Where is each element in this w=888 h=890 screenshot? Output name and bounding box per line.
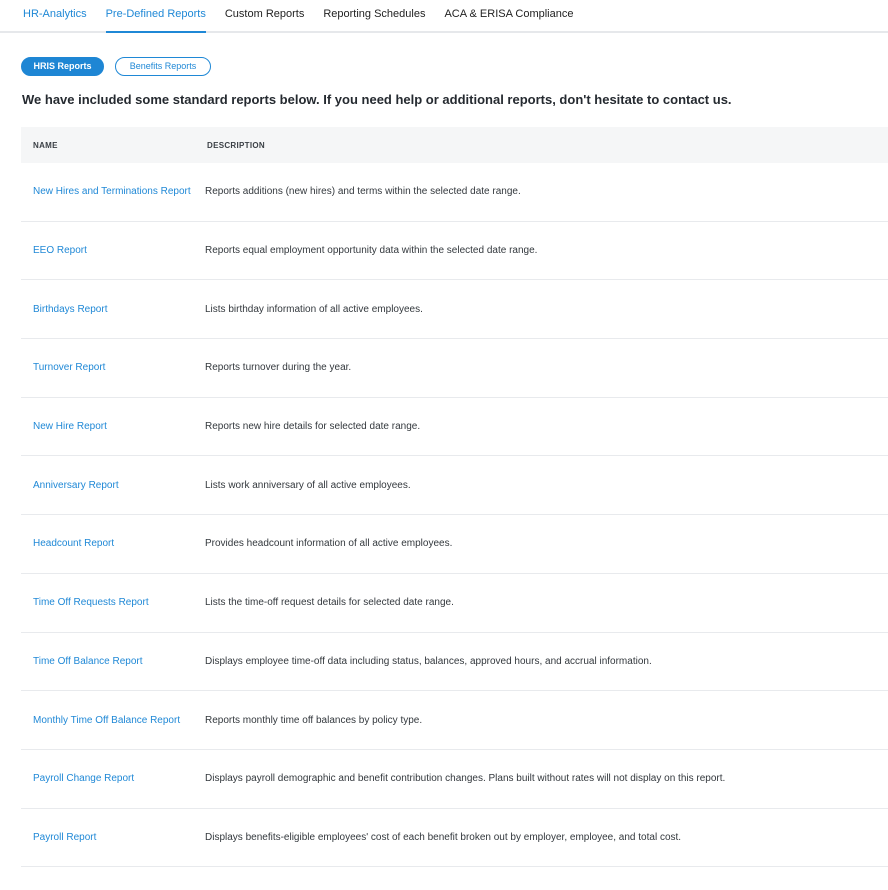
tab-aca-erisa-compliance[interactable]: ACA & ERISA Compliance — [444, 0, 573, 33]
intro-text: We have included some standard reports b… — [22, 92, 732, 107]
table-row: Time Off Requests Report Lists the time-o… — [21, 574, 888, 633]
report-name-link[interactable]: Headcount Report — [21, 538, 205, 549]
table-body: New Hires and Terminations Report Reports… — [21, 163, 888, 868]
table-row: Payroll Report Displays benefits-eligible… — [21, 809, 888, 868]
description-column-header: DESCRIPTION — [207, 140, 265, 150]
table-header: NAME DESCRIPTION — [21, 127, 888, 163]
report-type-toggle: HRIS Reports Benefits Reports — [21, 57, 211, 76]
tab-pre-defined-reports[interactable]: Pre-Defined Reports — [105, 0, 206, 33]
report-description: Lists work anniversary of all active emp… — [205, 479, 411, 491]
report-name-link[interactable]: Payroll Report — [21, 832, 205, 843]
table-row: Monthly Time Off Balance Report Reports m… — [21, 691, 888, 750]
table-row: EEO Report Reports equal employment oppor… — [21, 222, 888, 281]
tab-custom-reports[interactable]: Custom Reports — [225, 0, 304, 33]
table-row: Turnover Report Reports turnover during t… — [21, 339, 888, 398]
report-description: Reports new hire details for selected da… — [205, 421, 421, 433]
report-description: Reports turnover during the year. — [205, 362, 352, 374]
report-description: Reports monthly time off balances by pol… — [205, 714, 423, 726]
report-description: Displays benefits-eligible employees' co… — [205, 831, 682, 843]
report-name-link[interactable]: New Hires and Terminations Report — [21, 186, 205, 197]
report-description: Displays employee time-off data includin… — [205, 655, 652, 667]
report-description: Reports equal employment opportunity dat… — [205, 245, 538, 257]
table-row: Anniversary Report Lists work anniversary… — [21, 456, 888, 516]
table-row: Payroll Change Report Displays payroll de… — [21, 750, 888, 809]
tab-reporting-schedules[interactable]: Reporting Schedules — [323, 0, 425, 33]
table-row: New Hire Report Reports new hire details … — [21, 398, 888, 457]
report-name-link[interactable]: Payroll Change Report — [21, 773, 205, 784]
report-name-link[interactable]: Anniversary Report — [21, 480, 205, 491]
report-description: Lists birthday information of all active… — [205, 303, 423, 315]
reports-table: NAME DESCRIPTION New Hires and Terminati… — [21, 127, 888, 868]
report-name-link[interactable]: EEO Report — [21, 245, 205, 256]
table-row: New Hires and Terminations Report Reports… — [21, 163, 888, 222]
report-name-link[interactable]: Monthly Time Off Balance Report — [21, 715, 205, 726]
report-name-link[interactable]: Birthdays Report — [21, 304, 205, 315]
report-description: Displays payroll demographic and benefit… — [205, 773, 726, 785]
report-description: Provides headcount information of all ac… — [205, 538, 453, 550]
report-description: Lists the time-off request details for s… — [205, 597, 454, 609]
top-navigation: HR-Analytics Pre-Defined Reports Custom … — [0, 0, 888, 33]
tab-hr-analytics[interactable]: HR-Analytics — [23, 0, 87, 33]
table-row: Headcount Report Provides headcount infor… — [21, 515, 888, 574]
benefits-reports-button[interactable]: Benefits Reports — [115, 57, 211, 76]
table-row: Time Off Balance Report Displays employee… — [21, 633, 888, 692]
report-name-link[interactable]: Time Off Balance Report — [21, 656, 205, 667]
name-column-header: NAME — [33, 140, 58, 150]
report-description: Reports additions (new hires) and terms … — [205, 186, 521, 198]
report-name-link[interactable]: New Hire Report — [21, 421, 205, 432]
hris-reports-button[interactable]: HRIS Reports — [21, 57, 104, 76]
report-name-link[interactable]: Turnover Report — [21, 362, 205, 373]
table-row: Birthdays Report Lists birthday informati… — [21, 280, 888, 340]
report-name-link[interactable]: Time Off Requests Report — [21, 597, 205, 608]
